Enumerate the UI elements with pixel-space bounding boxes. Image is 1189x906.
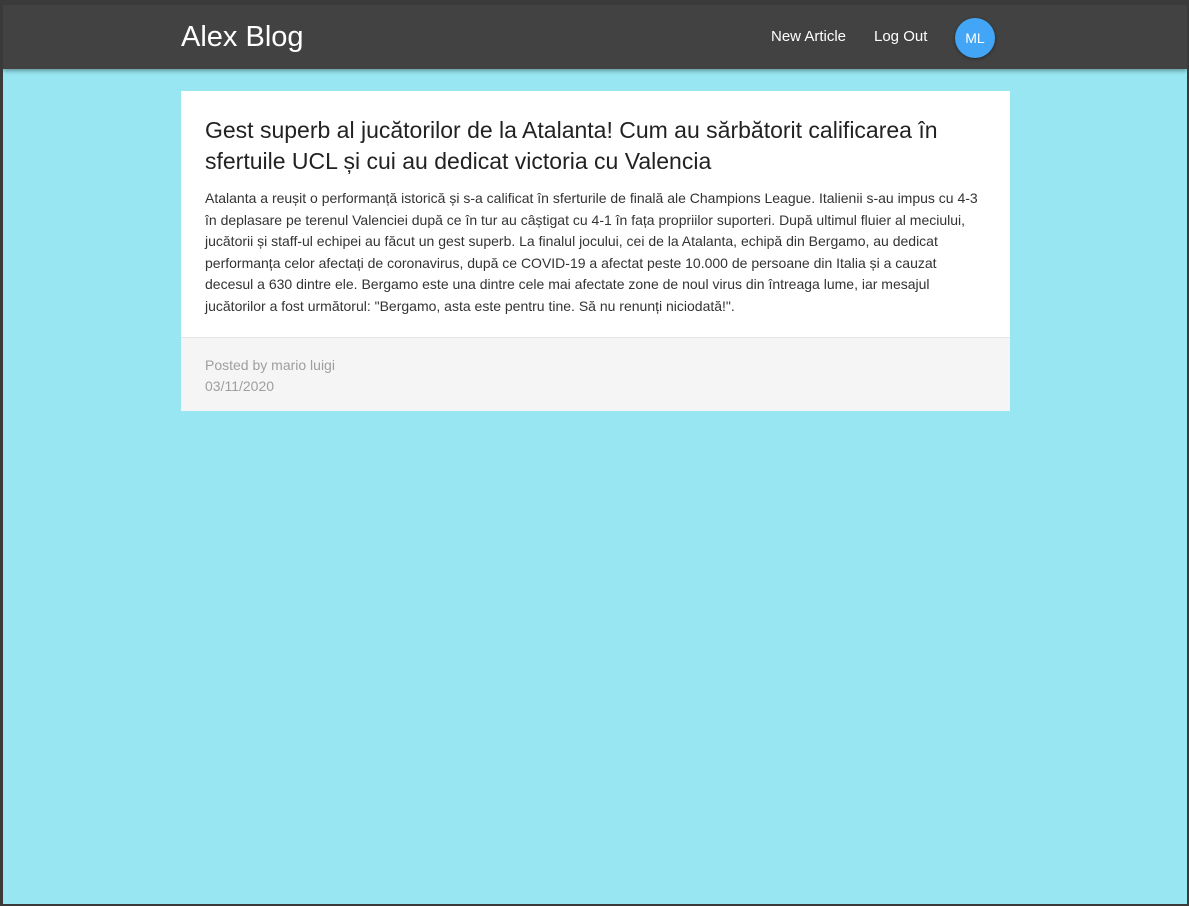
new-article-link[interactable]: New Article xyxy=(771,27,846,47)
article-body: Atalanta a reușit o performanță istorică… xyxy=(205,190,978,314)
page-viewport: Alex Blog New Article Log Out ML Gest su… xyxy=(3,5,1187,904)
article-content: Gest superb al jucătorilor de la Atalant… xyxy=(181,91,1010,337)
article-title: Gest superb al jucătorilor de la Atalant… xyxy=(205,117,938,174)
article-date: 03/11/2020 xyxy=(205,378,275,394)
brand-logo[interactable]: Alex Blog xyxy=(181,19,304,55)
article-author: Posted by mario luigi xyxy=(205,357,335,373)
browser-frame: Alex Blog New Article Log Out ML Gest su… xyxy=(0,0,1189,906)
article-footer: Posted by mario luigi 03/11/2020 xyxy=(181,337,1010,411)
user-avatar[interactable]: ML xyxy=(955,18,995,58)
top-navbar: Alex Blog New Article Log Out ML xyxy=(3,5,1187,69)
log-out-link[interactable]: Log Out xyxy=(874,27,927,47)
article-card: Gest superb al jucătorilor de la Atalant… xyxy=(181,91,1010,411)
